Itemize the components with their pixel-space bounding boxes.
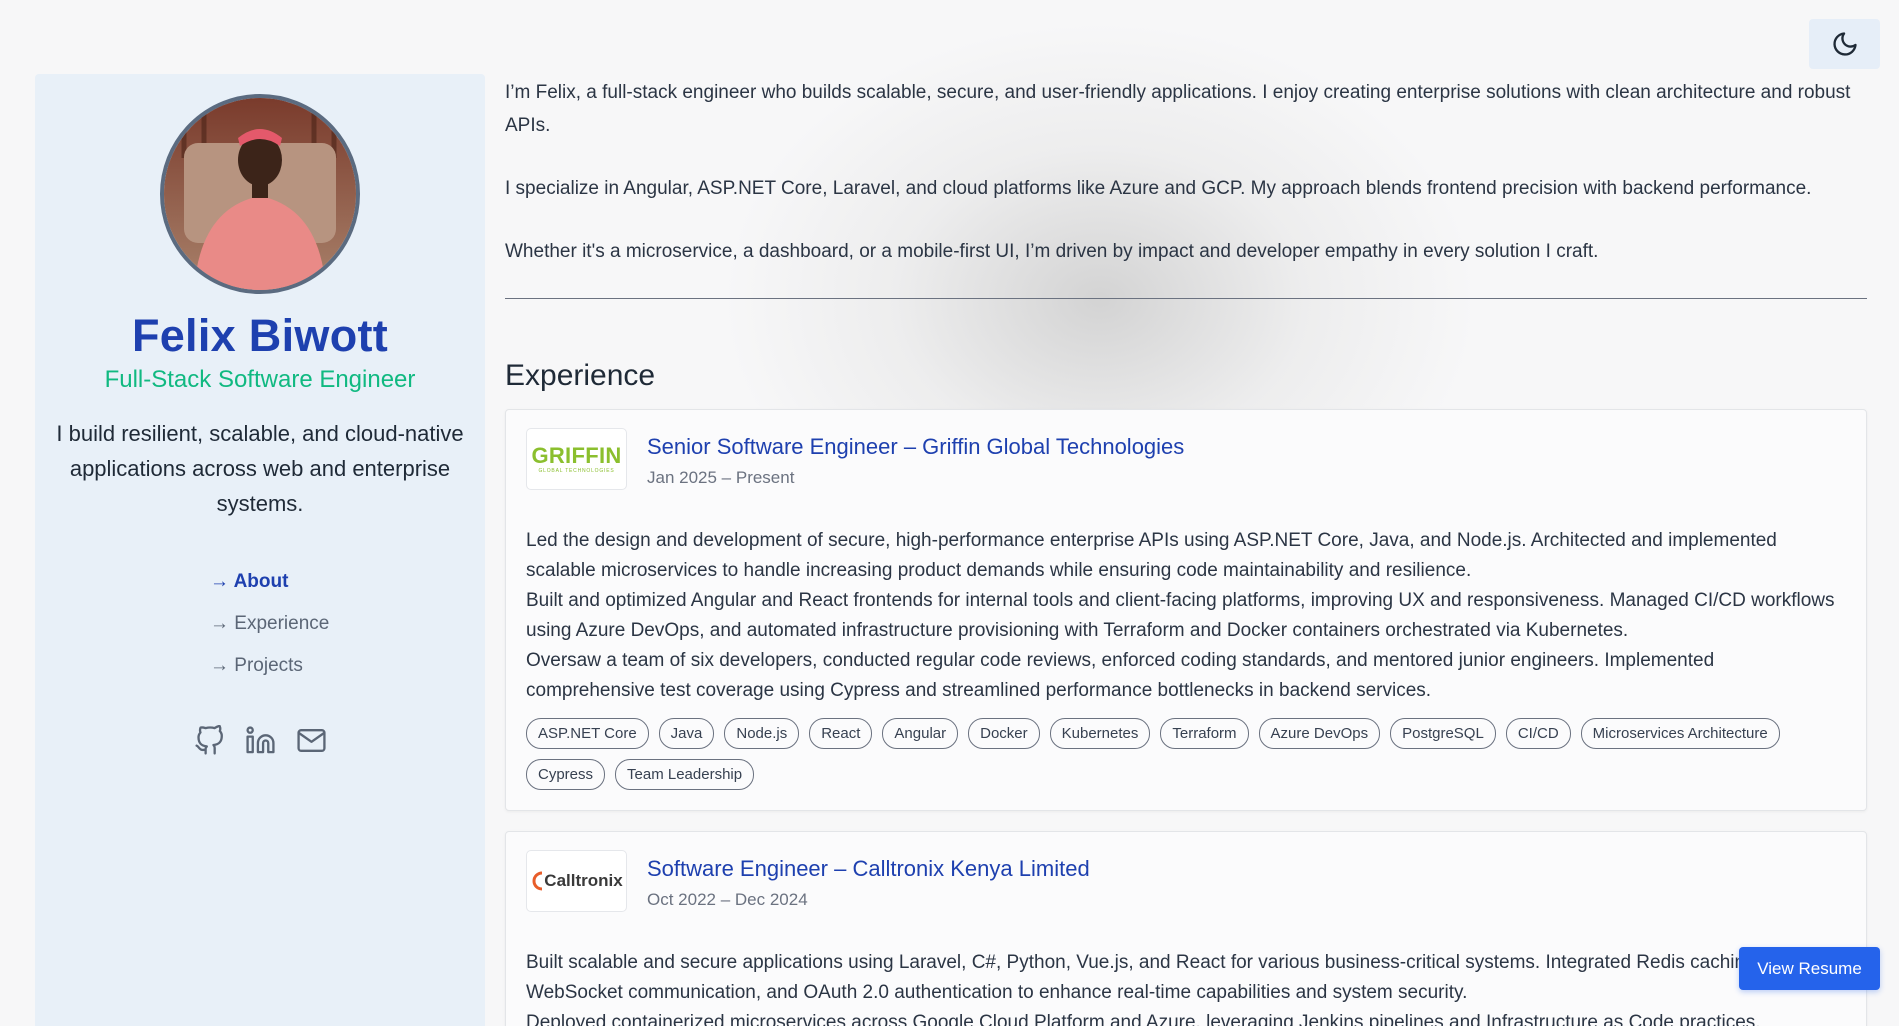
calltronix-logo-text: Calltronix bbox=[544, 871, 623, 890]
profile-name: Felix Biwott bbox=[131, 310, 389, 361]
theme-toggle-button[interactable] bbox=[1809, 19, 1880, 69]
griffin-logo-text: GRIFFIN bbox=[531, 442, 622, 468]
section-divider bbox=[505, 298, 1867, 299]
view-resume-button[interactable]: View Resume bbox=[1739, 947, 1880, 990]
experience-header: GRIFFIN GLOBAL TECHNOLOGIES Senior Softw… bbox=[526, 428, 1846, 490]
linkedin-icon bbox=[245, 726, 275, 754]
tech-tags: ASP.NET Core Java Node.js React Angular … bbox=[526, 718, 1846, 790]
experience-title[interactable]: Software Engineer – Calltronix Kenya Lim… bbox=[647, 856, 1090, 882]
experience-card: Calltronix Software Engineer – Calltroni… bbox=[505, 831, 1867, 1026]
avatar bbox=[160, 94, 360, 294]
github-icon bbox=[194, 724, 223, 755]
section-nav: → About → Experience → Projects bbox=[210, 571, 329, 677]
tech-tag: Terraform bbox=[1160, 718, 1249, 749]
github-link[interactable] bbox=[194, 724, 225, 761]
profile-role: Full-Stack Software Engineer bbox=[104, 366, 416, 393]
experience-heading: Experience bbox=[505, 359, 656, 392]
tech-tag: PostgreSQL bbox=[1390, 718, 1496, 749]
experience-header: Calltronix Software Engineer – Calltroni… bbox=[526, 850, 1846, 912]
tech-tag: Node.js bbox=[724, 718, 800, 749]
about-paragraph: I specialize in Angular, ASP.NET Core, L… bbox=[505, 178, 1812, 199]
nav-item-experience[interactable]: → Experience bbox=[210, 613, 329, 635]
tech-tag: Azure DevOps bbox=[1258, 718, 1381, 749]
description-paragraph: Deployed containerized microservices acr… bbox=[526, 1012, 1761, 1026]
experience-card: GRIFFIN GLOBAL TECHNOLOGIES Senior Softw… bbox=[505, 409, 1867, 811]
description-paragraph: Built and optimized Angular and React fr… bbox=[526, 590, 1835, 641]
nav-item-about[interactable]: → About bbox=[210, 571, 320, 593]
tech-tag: Angular bbox=[882, 718, 959, 749]
tech-tag: CI/CD bbox=[1505, 718, 1571, 749]
griffin-logo-subtext: GLOBAL TECHNOLOGIES bbox=[538, 467, 615, 474]
tech-tag: Java bbox=[658, 718, 715, 749]
experience-description: Led the design and development of secure… bbox=[526, 526, 1846, 706]
tech-tag: Team Leadership bbox=[615, 759, 755, 790]
description-paragraph: Led the design and development of secure… bbox=[526, 530, 1777, 581]
tech-tag: Microservices Architecture bbox=[1580, 718, 1780, 749]
sidebar: Felix Biwott Full-Stack Software Enginee… bbox=[35, 74, 485, 1026]
about-paragraph: Whether it's a microservice, a dashboard… bbox=[505, 241, 1599, 262]
tech-tag: Kubernetes bbox=[1049, 718, 1151, 749]
main-content: I’m Felix, a full-stack engineer who bui… bbox=[505, 76, 1867, 1026]
linkedin-link[interactable] bbox=[245, 725, 276, 761]
experience-description: Built scalable and secure applications u… bbox=[526, 948, 1846, 1026]
description-paragraph: Oversaw a team of six developers, conduc… bbox=[526, 650, 1715, 701]
email-link[interactable] bbox=[296, 725, 327, 761]
description-paragraph: Built scalable and secure applications u… bbox=[526, 952, 1761, 1003]
calltronix-logo-mark bbox=[532, 871, 543, 891]
nav-item-projects[interactable]: → Projects bbox=[210, 655, 320, 677]
company-logo: Calltronix bbox=[526, 850, 627, 912]
company-logo: GRIFFIN GLOBAL TECHNOLOGIES bbox=[526, 428, 627, 490]
experience-date: Jan 2025 – Present bbox=[647, 468, 795, 487]
tech-tag: Docker bbox=[968, 718, 1040, 749]
tech-tag: React bbox=[809, 718, 873, 749]
about-section: I’m Felix, a full-stack engineer who bui… bbox=[505, 76, 1867, 268]
experience-title[interactable]: Senior Software Engineer – Griffin Globa… bbox=[647, 434, 1184, 460]
experience-date: Oct 2022 – Dec 2024 bbox=[647, 890, 808, 909]
avatar-photo bbox=[164, 98, 356, 290]
profile-tagline: I build resilient, scalable, and cloud-n… bbox=[56, 421, 464, 516]
social-links bbox=[194, 724, 327, 761]
tech-tag: Cypress bbox=[526, 759, 606, 790]
portfolio-page: Felix Biwott Full-Stack Software Enginee… bbox=[0, 0, 1899, 1026]
tech-tag: ASP.NET Core bbox=[526, 718, 649, 749]
mail-icon bbox=[296, 729, 326, 752]
about-paragraph: I’m Felix, a full-stack engineer who bui… bbox=[505, 82, 1851, 136]
moon-icon bbox=[1832, 32, 1857, 56]
